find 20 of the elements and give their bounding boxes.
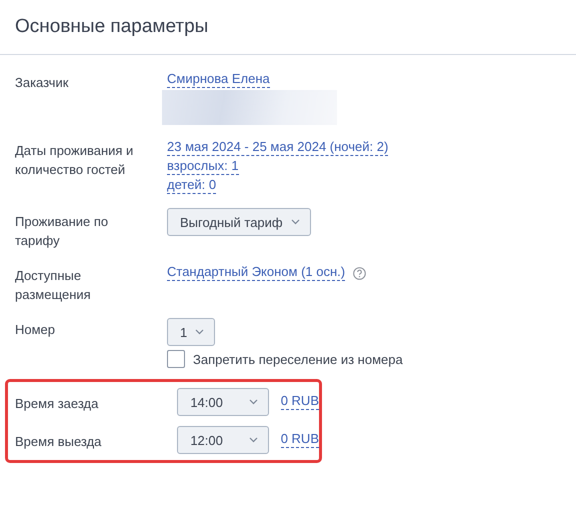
link[interactable]: взрослых: 1 [167, 158, 239, 175]
dropdown[interactable]: 12:00 [177, 426, 269, 454]
checkbox-label: Запретить переселение из номера [193, 352, 403, 366]
price-link[interactable]: 0 RUB [280, 430, 319, 448]
field-label: Номер [15, 321, 56, 339]
field-label: Время выезда [15, 432, 102, 450]
section-title: Основные параметры [15, 16, 208, 38]
price-link[interactable]: 0 RUB [280, 392, 319, 410]
field-label: Время заезда [15, 394, 100, 412]
field-label: Даты проживания и количество гостей [15, 142, 134, 179]
link[interactable]: детей: 0 [167, 177, 216, 194]
field-label: Проживание по тарифу [15, 213, 110, 250]
dropdown[interactable]: 1 [167, 318, 215, 346]
link[interactable]: Смирнова Елена [167, 71, 270, 88]
link[interactable]: Стандартный Эконом (1 осн.) [167, 264, 346, 281]
dropdown[interactable]: 14:00 [177, 388, 269, 416]
dropdown[interactable]: Выгодный тариф [167, 208, 311, 236]
field-label: Доступные размещения [15, 267, 92, 304]
field-label: Заказчик [15, 74, 70, 92]
link[interactable]: 23 мая 2024 - 25 мая 2024 (ночей: 2) [167, 139, 388, 156]
